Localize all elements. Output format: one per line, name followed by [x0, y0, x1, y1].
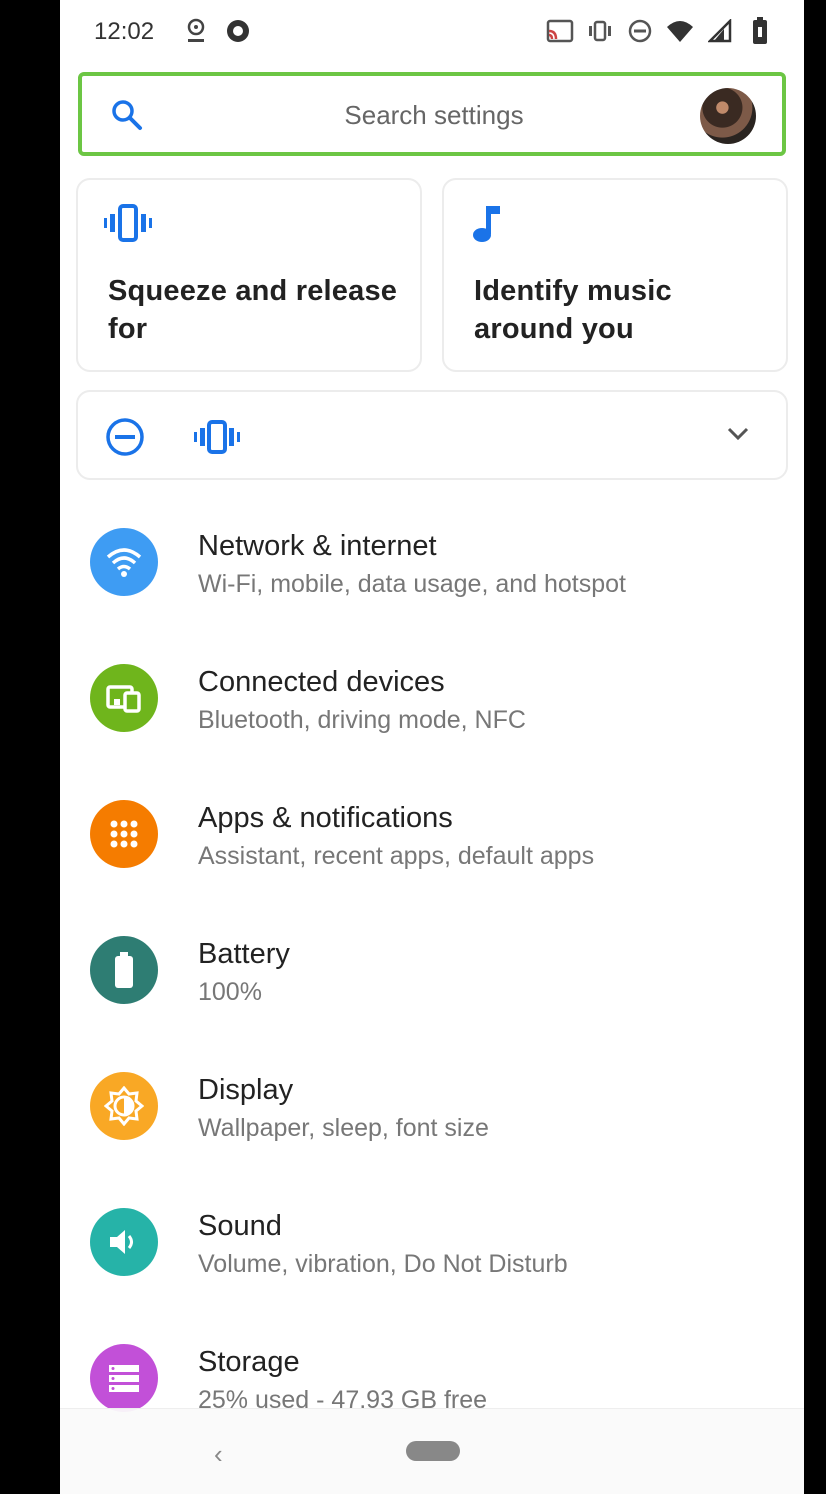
status-bar: 12:02: [60, 0, 804, 64]
storage-icon: [90, 1344, 158, 1412]
signal-icon: [706, 16, 734, 46]
settings-screen: 12:02 Search settings Squeeze and releas…: [60, 0, 804, 1494]
settings-item-subtitle: Wi-Fi, mobile, data usage, and hotspot: [198, 570, 627, 598]
suggestion-title: Squeeze and release for: [108, 275, 398, 345]
apps-grid-icon: [90, 800, 158, 868]
search-icon[interactable]: [110, 98, 144, 137]
settings-item-title: Sound: [198, 1210, 282, 1242]
suggestion-card-squeeze[interactable]: Squeeze and release for: [76, 178, 422, 372]
account-avatar[interactable]: [700, 88, 756, 144]
settings-item-apps[interactable]: Apps & notifications Assistant, recent a…: [60, 772, 804, 908]
navigation-bar: ‹: [60, 1408, 804, 1494]
battery-icon: [746, 16, 774, 46]
cast-icon: [546, 16, 574, 46]
settings-item-network[interactable]: Network & internet Wi-Fi, mobile, data u…: [60, 500, 804, 636]
devices-icon: [90, 664, 158, 732]
data-saver-icon: [182, 16, 210, 46]
settings-item-subtitle: Wallpaper, sleep, font size: [198, 1114, 489, 1142]
music-note-icon: [468, 202, 508, 251]
dnd-icon: [626, 16, 654, 46]
dnd-icon: [104, 416, 146, 463]
settings-item-subtitle: Volume, vibration, Do Not Disturb: [198, 1250, 568, 1278]
home-button[interactable]: [406, 1441, 460, 1461]
settings-item-title: Apps & notifications: [198, 802, 453, 834]
battery-icon: [90, 936, 158, 1004]
suggestion-card-music[interactable]: Identify music around you: [442, 178, 788, 372]
settings-item-connected-devices[interactable]: Connected devices Bluetooth, driving mod…: [60, 636, 804, 772]
settings-item-title: Storage: [198, 1346, 300, 1378]
settings-item-title: Battery: [198, 938, 290, 970]
settings-item-title: Display: [198, 1074, 294, 1106]
settings-item-subtitle: Assistant, recent apps, default apps: [198, 842, 595, 870]
settings-item-display[interactable]: Display Wallpaper, sleep, font size: [60, 1044, 804, 1180]
settings-item-subtitle: 100%: [198, 978, 262, 1006]
brightness-icon: [90, 1072, 158, 1140]
search-input[interactable]: [202, 94, 666, 136]
app-notification-icon: [224, 16, 252, 46]
conditions-bar[interactable]: [76, 390, 788, 480]
status-time: 12:02: [94, 18, 155, 45]
settings-item-title: Connected devices: [198, 666, 445, 698]
wifi-icon: [666, 16, 694, 46]
vibrate-icon: [586, 16, 614, 46]
search-bar[interactable]: [78, 72, 786, 156]
squeeze-vibrate-icon: [102, 202, 154, 251]
settings-item-title: Network & internet: [198, 530, 437, 562]
settings-item-battery[interactable]: Battery 100%: [60, 908, 804, 1044]
settings-item-sound[interactable]: Sound Volume, vibration, Do Not Disturb: [60, 1180, 804, 1316]
volume-icon: [90, 1208, 158, 1276]
back-button[interactable]: ‹: [214, 1439, 223, 1470]
chevron-down-icon[interactable]: [726, 426, 750, 447]
settings-item-subtitle: Bluetooth, driving mode, NFC: [198, 706, 526, 734]
vibrate-icon: [192, 416, 242, 463]
suggestion-title: Identify music around you: [474, 275, 672, 345]
wifi-icon: [90, 528, 158, 596]
